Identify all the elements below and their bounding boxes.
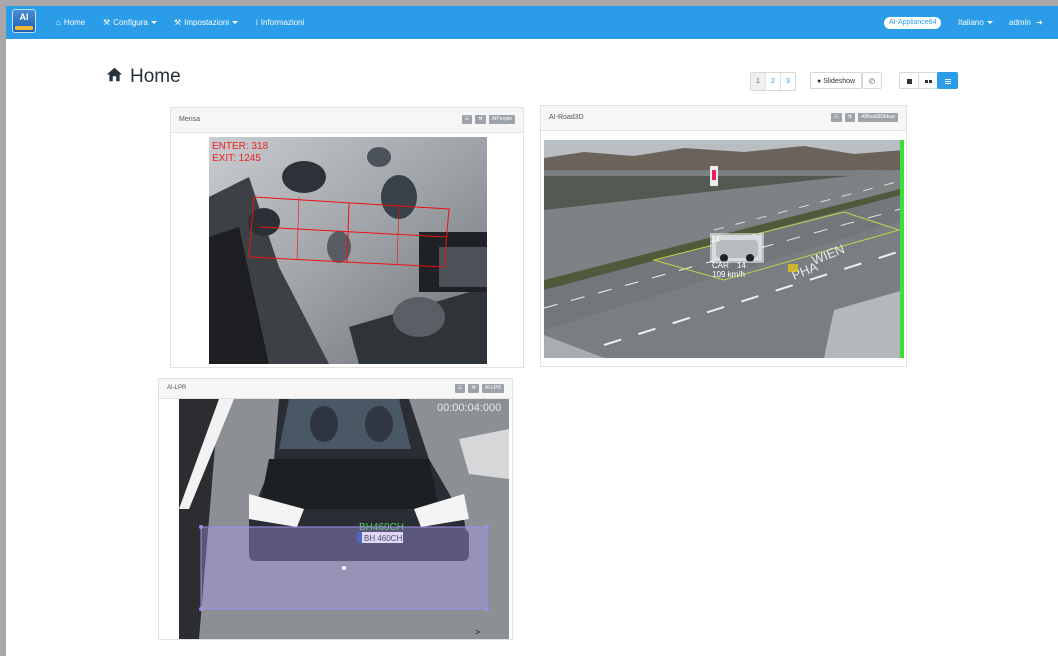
logout-icon[interactable]: ➜ [1036, 18, 1043, 27]
panel-tools: ☷ ⚒ AI-LPR [454, 384, 504, 393]
language-menu[interactable]: Italiano [958, 6, 993, 39]
page-selector: 1 2 3 [750, 72, 796, 91]
nav-informazioni[interactable]: i Informazioni [256, 6, 304, 39]
camera-feed-mensa[interactable]: ENTER: 318 EXIT: 1245 [209, 137, 487, 364]
appliance-badge[interactable]: AI-Appliance64 [884, 17, 942, 29]
panel-header: Mensa ☷ ⚒ AIPeople [171, 108, 523, 133]
vehicle-speed: 109 km/h [712, 270, 745, 279]
page-button-3[interactable]: 3 [780, 73, 795, 90]
chevron-down-icon [232, 21, 239, 25]
nav-impostazioni[interactable]: ⚒ Impostazioni [174, 6, 239, 39]
home-icon: ⌂ [56, 18, 61, 27]
app-window: AI ⌂ Home ⚒ Configura ⚒ Impostazioni i Infor… [6, 6, 1058, 656]
slideshow-button[interactable]: ● Slideshow [810, 72, 862, 89]
layout-2x2-button[interactable] [918, 72, 939, 89]
tools-icon: ⚒ [174, 18, 182, 27]
settings-icon[interactable]: ⚒ [844, 113, 856, 122]
play-icon: ● [817, 78, 822, 85]
page-button-1[interactable]: 1 [751, 73, 765, 90]
vehicle-id-2: 14 [737, 261, 746, 270]
clock-icon: ◴ [868, 78, 876, 85]
panel-header: AI-Road3D ☷ ⚒ AIRoad3Dbkup [541, 106, 906, 131]
vehicle-id: 14 [711, 235, 720, 244]
camera-feed-road3d[interactable]: WIEN PHA 14 14 CAR 109 km/h [544, 140, 904, 358]
app-logo[interactable]: AI [12, 9, 36, 33]
grid-view-icon [925, 79, 928, 83]
video-timestamp: 00:00:04:000 [437, 402, 501, 414]
panel-tools: ☷ ⚒ AIRoad3Dbkup [831, 113, 898, 122]
camera-panel-mensa: Mensa ☷ ⚒ AIPeople ENTER: 318 EXIT: 1245 [170, 107, 524, 368]
settings-icon[interactable]: ⚒ [468, 384, 479, 393]
wrench-icon: ⚒ [103, 18, 111, 27]
home-icon [106, 67, 123, 82]
page-button-2[interactable]: 2 [765, 73, 780, 90]
info-icon: i [256, 18, 258, 27]
panel-header: AI-LPR ☷ ⚒ AI-LPR [159, 379, 512, 399]
page-title: Home [106, 66, 181, 88]
camera-panel-lpr: AI-LPR ☷ ⚒ AI-LPR BH 460CH BH460CH 00:00… [158, 378, 513, 640]
panel-title: AI-Road3D [549, 114, 584, 121]
layout-1x1-button[interactable] [899, 72, 920, 89]
stats-icon[interactable]: ☷ [831, 113, 842, 122]
panel-title: AI-LPR [167, 385, 187, 391]
camera-feed-lpr[interactable]: BH 460CH BH460CH 00:00:04:000 > [179, 399, 509, 639]
svg-text:>: > [475, 627, 480, 637]
layout-list-button[interactable] [937, 72, 958, 89]
single-view-icon [907, 78, 912, 84]
timer-button[interactable]: ◴ [862, 72, 882, 89]
settings-icon[interactable]: ⚒ [475, 115, 486, 124]
enter-count: ENTER: 318 [212, 141, 269, 152]
people-counting-video: ENTER: 318 EXIT: 1245 [209, 137, 487, 364]
panel-title: Mensa [179, 116, 201, 123]
vehicle-class: CAR [712, 261, 729, 270]
plugin-badge[interactable]: AIRoad3Dbkup [858, 113, 898, 122]
nav-home[interactable]: ⌂ Home [56, 6, 85, 39]
nav-configura[interactable]: ⚒ Configura [103, 6, 157, 39]
exit-count: EXIT: 1245 [212, 153, 261, 164]
stats-icon[interactable]: ☷ [454, 384, 466, 393]
plugin-badge[interactable]: AI-LPR [481, 384, 504, 393]
chevron-down-icon [150, 21, 157, 25]
list-view-icon [944, 80, 951, 82]
top-navbar: AI ⌂ Home ⚒ Configura ⚒ Impostazioni i Infor… [6, 6, 1058, 39]
license-plate-video: BH 460CH BH460CH 00:00:04:000 > [179, 399, 509, 639]
traffic-video: WIEN PHA 14 14 CAR 109 km/h [544, 140, 904, 358]
stats-icon[interactable]: ☷ [461, 115, 473, 124]
panel-tools: ☷ ⚒ AIPeople [461, 115, 515, 124]
camera-panel-road3d: AI-Road3D ☷ ⚒ AIRoad3Dbkup WIEN PHA 14 1… [540, 105, 907, 367]
user-menu[interactable]: admin ➜ [1009, 6, 1043, 39]
chevron-down-icon [986, 21, 993, 25]
plugin-badge[interactable]: AIPeople [488, 115, 515, 124]
